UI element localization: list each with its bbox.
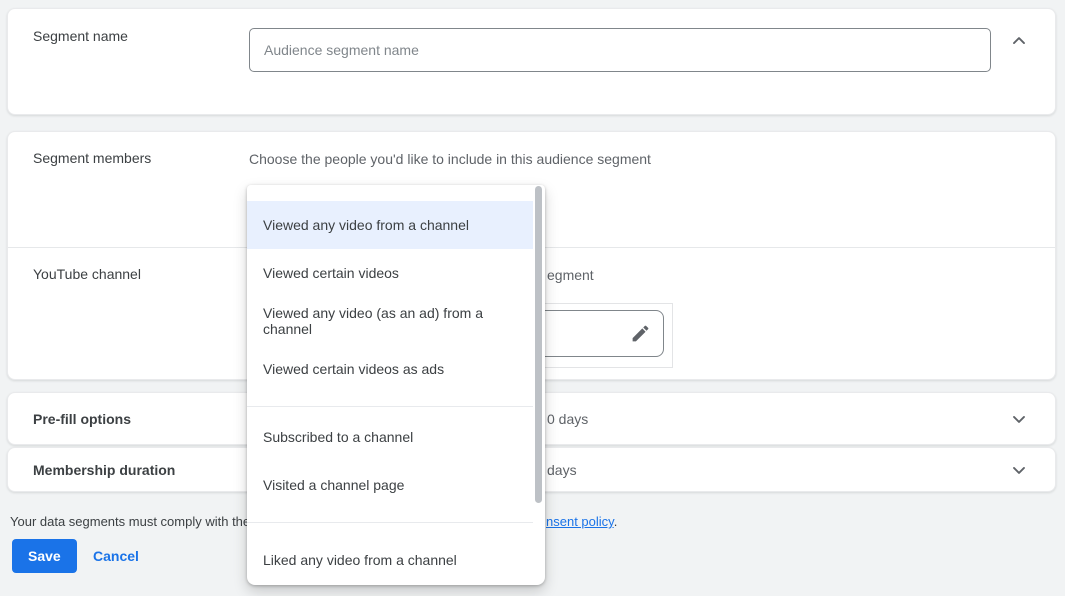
chevron-down-icon — [1009, 409, 1029, 429]
expand-membership-button[interactable] — [1007, 458, 1031, 482]
compliance-text-right: nsent policy. — [546, 514, 617, 529]
save-button[interactable]: Save — [12, 539, 77, 573]
dropdown-scrollbar-thumb[interactable] — [535, 186, 542, 503]
segment-members-description: Choose the people you'd like to include … — [249, 151, 651, 167]
segment-members-label: Segment members — [33, 150, 151, 166]
dropdown-group-liked: Liked any video from a channel — [247, 529, 545, 592]
chevron-up-icon — [1009, 31, 1029, 51]
membership-duration-label: Membership duration — [33, 462, 175, 478]
audience-segment-editor: Segment name Segment members Choose the … — [0, 0, 1065, 596]
youtube-channel-label: YouTube channel — [33, 266, 141, 282]
segment-name-card: Segment name — [7, 8, 1056, 115]
cancel-button[interactable]: Cancel — [93, 539, 139, 573]
dropdown-group-divider — [247, 522, 533, 523]
pencil-icon — [630, 323, 651, 344]
compliance-text: Your data segments must comply with the … — [10, 514, 270, 529]
segment-name-input[interactable] — [249, 28, 991, 72]
dropdown-group-viewed: Viewed any video from a channel Viewed c… — [247, 185, 545, 401]
prefill-options-label: Pre-fill options — [33, 411, 131, 427]
segment-name-label: Segment name — [33, 28, 128, 44]
youtube-channel-description-fragment: egment — [547, 267, 594, 283]
membership-value-fragment: days — [547, 462, 577, 478]
expand-prefill-button[interactable] — [1007, 407, 1031, 431]
dropdown-option[interactable]: Subscribed to a channel — [247, 413, 533, 461]
segment-members-dropdown: Viewed any video from a channel Viewed c… — [247, 185, 545, 585]
dropdown-option[interactable]: Viewed certain videos — [247, 249, 533, 297]
dropdown-option[interactable]: Viewed any video from a channel — [247, 201, 533, 249]
dropdown-option[interactable]: Viewed any video (as an ad) from a chann… — [247, 297, 533, 345]
dropdown-group-subscribed: Subscribed to a channel Visited a channe… — [247, 413, 545, 517]
collapse-section-button[interactable] — [1007, 29, 1031, 53]
policy-link-right-fragment[interactable]: nsent policy — [546, 514, 614, 529]
dropdown-option[interactable]: Viewed certain videos as ads — [247, 345, 533, 393]
dropdown-group-divider — [247, 406, 533, 407]
dropdown-option[interactable]: Visited a channel page — [247, 461, 533, 509]
chevron-down-icon — [1009, 460, 1029, 480]
dropdown-option[interactable]: Liked any video from a channel — [247, 536, 533, 584]
prefill-value-fragment: 0 days — [547, 411, 588, 427]
